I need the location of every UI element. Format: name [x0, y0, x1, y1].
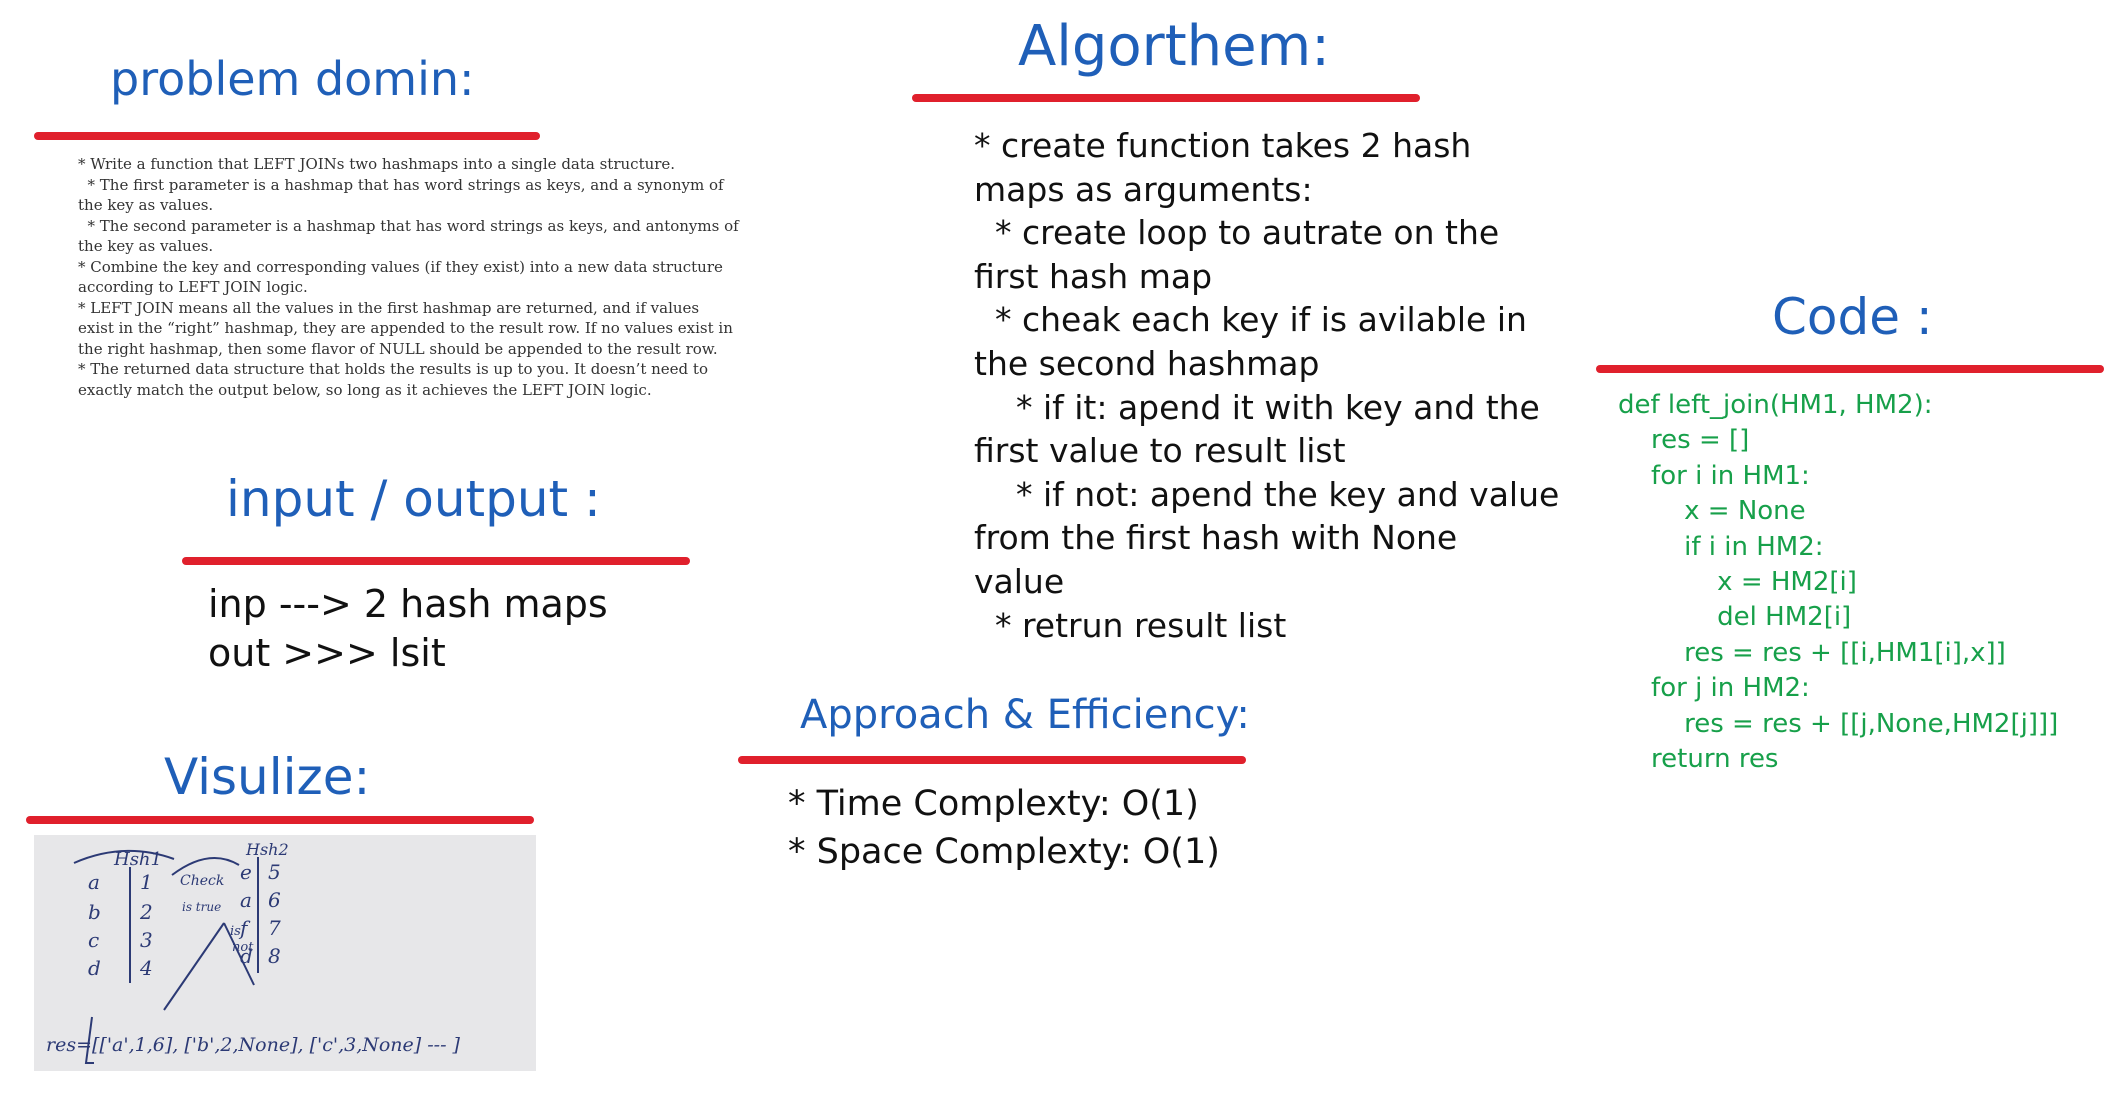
code-line: res = res + [[j,None,HM2[j]]] [1618, 708, 2059, 739]
sketch-value: 1 [140, 870, 153, 894]
sketch-value: 2 [139, 900, 153, 924]
algorithm-line: the second hashmap [974, 343, 1320, 383]
code-line: x = HM2[i] [1618, 567, 1857, 598]
io-text: inp ---> 2 hash maps out >>> lsit [208, 580, 608, 678]
approach-underline [738, 756, 1246, 764]
sketch-true-arrow [163, 922, 225, 1011]
sketch-key: a [88, 870, 100, 894]
code-line: if i in HM2: [1618, 531, 1824, 562]
io-input-line: inp ---> 2 hash maps [208, 582, 608, 626]
problem-line: the key as values. [78, 196, 214, 214]
code-underline [1596, 365, 2104, 373]
code-line: def left_join(HM1, HM2): [1618, 390, 1933, 420]
algorithm-line: first hash map [974, 256, 1213, 296]
problem-line: the right hashmap, then some flavor of N… [78, 339, 718, 358]
sketch-value: 5 [268, 860, 281, 884]
approach-text: * Time Complexty: O(1) * Space Complexty… [788, 780, 1220, 876]
algorithm-line: * cheak each key if is avilable in [974, 300, 1527, 340]
code-block: def left_join(HM1, HM2): res = [] for i … [1618, 388, 2058, 777]
sketch-is-label: is [230, 924, 241, 939]
algorithm-line: maps as arguments: [974, 169, 1313, 209]
algorithm-line: value [974, 561, 1065, 601]
visualize-underline [26, 816, 534, 824]
algorithm-line: first value to result list [974, 431, 1346, 471]
sketch-key: e [240, 860, 252, 884]
sketch-is-true-label: is true [182, 900, 221, 914]
algorithm-heading: Algorthem: [1018, 14, 1331, 79]
sketch-check-label: Check [180, 873, 224, 889]
problem-line: * The returned data structure that holds… [78, 360, 708, 378]
algorithm-line: * if it: apend it with key and the [974, 387, 1540, 427]
problem-domain-text: * Write a function that LEFT JOINs two h… [78, 154, 739, 400]
algorithm-line: * if not: apend the key and value [974, 474, 1560, 514]
sketch-key: d [88, 956, 101, 980]
problem-line: the key as values. [78, 237, 214, 255]
code-line: for j in HM2: [1618, 673, 1810, 704]
sketch-value: 7 [268, 916, 281, 940]
hashmap-sketch: Hsh1 Hsh2 a b c d 1 2 3 4 e a f d 5 6 7 … [46, 840, 461, 1064]
problem-line: * Combine the key and corresponding valu… [78, 257, 723, 276]
time-complexity-line: * Time Complexty: O(1) [788, 784, 1199, 824]
problem-line: * Write a function that LEFT JOINs two h… [78, 155, 676, 173]
io-output-line: out >>> lsit [208, 631, 446, 675]
code-heading: Code : [1772, 288, 1933, 346]
approach-heading: Approach & Efficiency: [800, 692, 1250, 738]
sketch-value: 6 [268, 888, 281, 912]
code-line: del HM2[i] [1618, 602, 1852, 633]
sketch-table2-title: Hsh2 [245, 840, 289, 859]
sketch-value: 4 [139, 956, 153, 980]
code-line: res = [] [1618, 425, 1750, 456]
visualize-sketch-photo: Hsh1 Hsh2 a b c d 1 2 3 4 e a f d 5 6 7 … [34, 835, 536, 1071]
code-line: return res [1618, 744, 1779, 775]
visualize-heading: Visulize: [164, 748, 371, 806]
problem-line: * The second parameter is a hashmap that… [78, 216, 739, 235]
sketch-key: c [88, 928, 99, 952]
algorithm-line: * create loop to autrate on the [974, 213, 1500, 253]
code-line: for i in HM1: [1618, 460, 1810, 491]
io-underline [182, 557, 690, 565]
sketch-value: 3 [140, 928, 153, 952]
algorithm-line: * create function takes 2 hash [974, 126, 1472, 165]
sketch-value: 8 [268, 944, 281, 968]
code-line: res = res + [[i,HM1[i],x]] [1618, 637, 2006, 668]
sketch-not-label: not [232, 940, 254, 955]
algorithm-underline [912, 94, 1420, 102]
problem-domain-heading: problem domin: [110, 52, 475, 106]
sketch-key: b [88, 900, 101, 924]
algorithm-line: from the first hash with None [974, 518, 1458, 558]
algorithm-line: * retrun result list [974, 605, 1287, 645]
problem-line: * The first parameter is a hashmap that … [78, 175, 724, 194]
problem-line: exist in the “right” hashmap, they are a… [78, 319, 733, 337]
sketch-result-line: res=[['a',1,6], ['b',2,None], ['c',3,Non… [46, 1034, 461, 1056]
sketch-table1-title: Hsh1 [113, 849, 162, 870]
problem-line: * LEFT JOIN means all the values in the … [78, 298, 700, 317]
code-line: x = None [1618, 496, 1806, 527]
problem-domain-underline [34, 132, 540, 140]
space-complexity-line: * Space Complexty: O(1) [788, 832, 1220, 872]
problem-line: exactly match the output below, so long … [78, 380, 652, 399]
io-heading: input / output : [226, 470, 601, 528]
problem-line: according to LEFT JOIN logic. [78, 278, 308, 296]
sketch-key: a [240, 888, 252, 912]
algorithm-text: * create function takes 2 hash maps as a… [974, 124, 1559, 647]
